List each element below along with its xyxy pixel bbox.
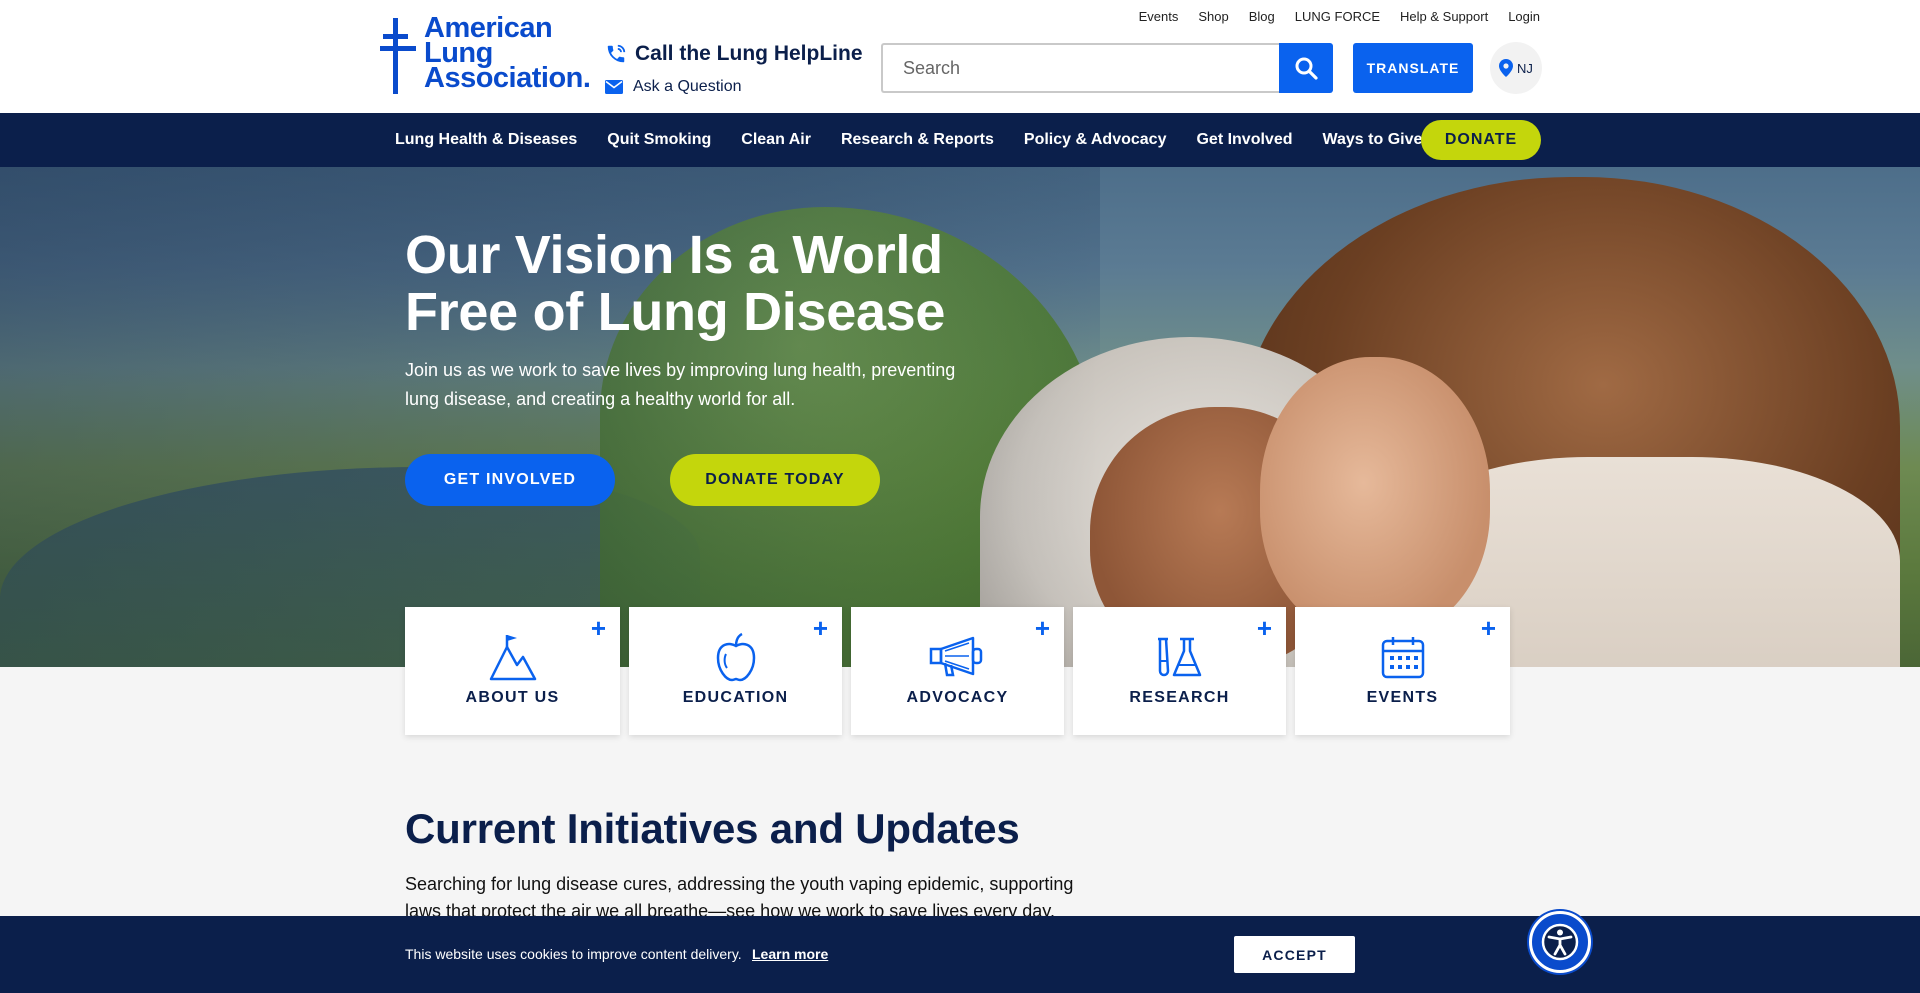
donate-nav-button[interactable]: DONATE (1421, 120, 1541, 160)
utility-link-login[interactable]: Login (1508, 9, 1540, 24)
mountain-flag-icon (489, 635, 536, 681)
utility-link-blog[interactable]: Blog (1249, 9, 1275, 24)
plus-icon: + (1480, 613, 1496, 643)
utility-nav: Events Shop Blog LUNG FORCE Help & Suppo… (1139, 9, 1540, 24)
hero-subtitle: Join us as we work to save lives by impr… (405, 360, 956, 409)
plus-icon: + (1256, 613, 1272, 643)
initiatives-title: Current Initiatives and Updates (405, 805, 1020, 852)
nav-item-clean-air[interactable]: Clean Air (726, 131, 826, 149)
card-label: ADVOCACY (906, 689, 1009, 706)
hero-title: Our Vision Is a World Free of Lung Disea… (405, 227, 1105, 341)
search-button[interactable] (1279, 43, 1333, 93)
nav-item-lung-health[interactable]: Lung Health & Diseases (380, 131, 592, 149)
main-nav: Lung Health & Diseases Quit Smoking Clea… (0, 113, 1920, 167)
flask-icon (1157, 637, 1201, 677)
cookie-text: This website uses cookies to improve con… (405, 946, 742, 962)
utility-link-events[interactable]: Events (1139, 9, 1179, 24)
get-involved-button[interactable]: GET INVOLVED (405, 454, 615, 506)
location-pin-icon (1499, 59, 1514, 77)
state-label: NJ (1517, 60, 1533, 76)
helpline-link[interactable]: Call the Lung HelpLine (605, 42, 863, 66)
phone-icon (607, 44, 626, 63)
search-icon (1295, 57, 1318, 80)
hero-title-line-1: Our Vision Is a World (405, 225, 943, 285)
hero-image-woman-face (1260, 357, 1490, 637)
site-header: Events Shop Blog LUNG FORCE Help & Suppo… (0, 0, 1920, 113)
utility-link-help-support[interactable]: Help & Support (1400, 9, 1488, 24)
apple-icon (716, 632, 755, 682)
envelope-icon (605, 80, 623, 94)
nav-item-ways-to-give[interactable]: Ways to Give (1308, 131, 1438, 149)
utility-link-shop[interactable]: Shop (1198, 9, 1228, 24)
logo-line-3: Association. (424, 62, 591, 94)
card-label: ABOUT US (465, 689, 560, 706)
accessibility-button[interactable] (1529, 911, 1591, 973)
plus-icon: + (590, 613, 606, 643)
plus-icon: + (1034, 613, 1050, 643)
card-label: EVENTS (1366, 689, 1439, 706)
cookie-learn-more-link[interactable]: Learn more (752, 946, 828, 962)
donate-today-button[interactable]: DONATE TODAY (670, 454, 880, 506)
nav-item-policy-advocacy[interactable]: Policy & Advocacy (1009, 131, 1182, 149)
logo-wordmark: American Lung Association. (424, 14, 591, 94)
search-form (881, 43, 1333, 93)
card-label: RESEARCH (1129, 689, 1230, 706)
ask-question-link[interactable]: Ask a Question (605, 78, 742, 96)
nav-item-get-involved[interactable]: Get Involved (1181, 131, 1307, 149)
card-research[interactable]: + RESEARCH (1073, 607, 1286, 735)
state-selector[interactable]: NJ (1490, 42, 1542, 94)
card-events[interactable]: + EVENTS (1295, 607, 1510, 735)
megaphone-icon (929, 636, 982, 677)
cookie-banner: This website uses cookies to improve con… (0, 916, 1920, 993)
nav-item-quit-smoking[interactable]: Quit Smoking (592, 131, 726, 149)
cross-logo-icon (380, 18, 416, 94)
card-advocacy[interactable]: + ADVOCACY (851, 607, 1064, 735)
ask-question-label: Ask a Question (633, 78, 742, 95)
quick-links: + ABOUT US + EDUCATION + ADVOCACY + RESE… (405, 607, 1510, 735)
calendar-icon (1381, 637, 1424, 679)
cookie-accept-button[interactable]: ACCEPT (1234, 936, 1355, 973)
site-logo[interactable]: American Lung Association. (380, 14, 591, 96)
search-input[interactable] (881, 43, 1279, 93)
helpline-label: Call the Lung HelpLine (635, 42, 863, 65)
hero-banner: Our Vision Is a World Free of Lung Disea… (0, 167, 1920, 667)
nav-item-research-reports[interactable]: Research & Reports (826, 131, 1009, 149)
hero-title-line-2: Free of Lung Disease (405, 282, 946, 342)
plus-icon: + (812, 613, 828, 643)
card-label: EDUCATION (682, 689, 789, 706)
translate-button[interactable]: TRANSLATE (1353, 43, 1473, 93)
card-education[interactable]: + EDUCATION (629, 607, 842, 735)
accessibility-icon (1541, 923, 1579, 961)
card-about-us[interactable]: + ABOUT US (405, 607, 620, 735)
utility-link-lung-force[interactable]: LUNG FORCE (1295, 9, 1380, 24)
